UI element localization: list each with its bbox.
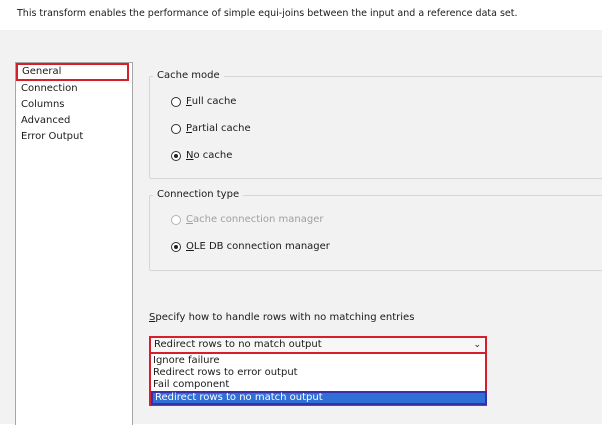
no-match-label: Specify how to handle rows with no match…: [149, 312, 415, 323]
option-redirect-no-match-output[interactable]: Redirect rows to no match output: [151, 391, 487, 405]
chevron-down-icon[interactable]: ⌄: [473, 338, 481, 352]
nav-item-connection[interactable]: Connection: [21, 81, 78, 96]
full-cache-radio[interactable]: Full cache: [171, 96, 236, 107]
option-ignore-failure[interactable]: Ignore failure: [153, 355, 220, 367]
option-redirect-error-output[interactable]: Redirect rows to error output: [153, 367, 298, 379]
no-cache-radio[interactable]: No cache: [171, 150, 232, 161]
no-match-dropdown-list: Ignore failure Redirect rows to error ou…: [149, 354, 487, 406]
radio-circle: [171, 96, 181, 107]
connection-type-group: [149, 195, 602, 271]
connection-type-title: Connection type: [153, 189, 244, 200]
nav-item-general[interactable]: General: [16, 63, 129, 81]
nav-item-advanced[interactable]: Advanced: [21, 113, 70, 128]
description-header: This transform enables the performance o…: [0, 0, 602, 30]
cache-connection-manager-radio: Cache connection manager: [171, 214, 324, 225]
nav-item-columns[interactable]: Columns: [21, 97, 65, 112]
option-fail-component[interactable]: Fail component: [153, 379, 229, 391]
partial-cache-radio[interactable]: Partial cache: [171, 123, 251, 134]
page-nav: General Connection Columns Advanced Erro…: [15, 62, 133, 425]
ole-db-connection-manager-radio[interactable]: O LE DB connection manager: [171, 241, 330, 252]
radio-circle-checked: [171, 150, 181, 161]
cache-mode-title: Cache mode: [153, 70, 224, 81]
radio-circle-disabled: [171, 214, 181, 225]
combobox-selected-value: Redirect rows to no match output: [154, 339, 322, 350]
radio-circle: [171, 123, 181, 134]
description-text: This transform enables the performance o…: [17, 8, 518, 19]
radio-circle-checked: [171, 241, 181, 252]
nav-item-error-output[interactable]: Error Output: [21, 129, 83, 144]
no-match-combobox[interactable]: Redirect rows to no match output ⌄: [149, 336, 487, 354]
